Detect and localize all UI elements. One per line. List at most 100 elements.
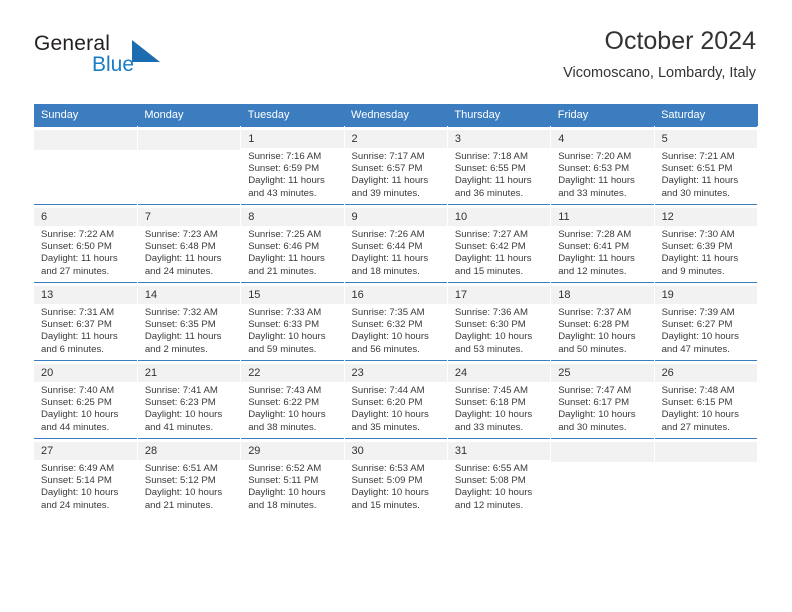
calendar-day-cell[interactable]: 19 Sunrise: 7:39 AM Sunset: 6:27 PM Dayligh… bbox=[654, 282, 759, 361]
daylight-text: Daylight: 11 hours and 33 minutes. bbox=[558, 175, 635, 199]
sun-info: Sunrise: 7:26 AM Sunset: 6:44 PM Daylight:… bbox=[352, 226, 441, 278]
sun-info: Sunrise: 7:17 AM Sunset: 6:57 PM Daylight:… bbox=[352, 148, 441, 200]
calendar-day-cell[interactable]: 30 Sunrise: 6:53 AM Sunset: 5:09 PM Dayligh… bbox=[344, 438, 448, 517]
sun-info: Sunrise: 7:27 AM Sunset: 6:42 PM Daylight:… bbox=[455, 226, 544, 278]
calendar-day-cell[interactable]: 29 Sunrise: 6:52 AM Sunset: 5:11 PM Dayligh… bbox=[240, 438, 345, 517]
calendar-day-cell[interactable]: 8 Sunrise: 7:25 AM Sunset: 6:46 PM Daylight… bbox=[240, 204, 345, 283]
sunrise-text: Sunrise: 7:40 AM bbox=[41, 385, 115, 396]
sunrise-text: Sunrise: 7:43 AM bbox=[248, 385, 322, 396]
day-number bbox=[551, 442, 654, 462]
sun-info: Sunrise: 7:30 AM Sunset: 6:39 PM Daylight:… bbox=[662, 226, 751, 278]
sun-info: Sunrise: 6:55 AM Sunset: 5:08 PM Daylight:… bbox=[455, 460, 544, 512]
page-subtitle: Vicomoscano, Lombardy, Italy bbox=[563, 65, 756, 81]
sunset-text: Sunset: 6:27 PM bbox=[661, 319, 733, 331]
day-number: 19 bbox=[654, 286, 757, 304]
calendar-day-cell[interactable]: 23 Sunrise: 7:44 AM Sunset: 6:20 PM Dayligh… bbox=[344, 360, 448, 439]
calendar-day-cell[interactable]: 16 Sunrise: 7:35 AM Sunset: 6:32 PM Dayligh… bbox=[344, 282, 448, 361]
day-cell-inner: 26 Sunrise: 7:48 AM Sunset: 6:15 PM Dayligh… bbox=[654, 361, 757, 438]
day-number: 27 bbox=[34, 442, 137, 460]
sunset-text: Sunset: 6:39 PM bbox=[661, 241, 733, 253]
calendar-day-cell[interactable]: 6 Sunrise: 7:22 AM Sunset: 6:50 PM Daylight… bbox=[34, 204, 138, 283]
calendar-day-cell[interactable]: 22 Sunrise: 7:43 AM Sunset: 6:22 PM Dayligh… bbox=[240, 360, 345, 439]
calendar-day-cell[interactable]: 28 Sunrise: 6:51 AM Sunset: 5:12 PM Dayligh… bbox=[137, 438, 242, 517]
sun-info: Sunrise: 6:51 AM Sunset: 5:12 PM Daylight:… bbox=[145, 460, 234, 512]
calendar-day-cell[interactable]: 3 Sunrise: 7:18 AM Sunset: 6:55 PM Daylight… bbox=[447, 126, 552, 205]
sunrise-text: Sunrise: 7:26 AM bbox=[351, 229, 425, 240]
sunrise-text: Sunrise: 7:41 AM bbox=[144, 385, 218, 396]
calendar-day-cell[interactable]: 10 Sunrise: 7:27 AM Sunset: 6:42 PM Dayligh… bbox=[447, 204, 552, 283]
day-number: 20 bbox=[34, 364, 137, 382]
calendar-day-cell[interactable]: 17 Sunrise: 7:36 AM Sunset: 6:30 PM Dayligh… bbox=[447, 282, 552, 361]
logo-text-blue: Blue bbox=[92, 53, 135, 76]
sunset-text: Sunset: 5:14 PM bbox=[41, 475, 112, 487]
sunset-text: Sunset: 6:22 PM bbox=[248, 397, 320, 409]
calendar-day-cell[interactable]: 14 Sunrise: 7:32 AM Sunset: 6:35 PM Dayligh… bbox=[137, 282, 242, 361]
sunset-text: Sunset: 6:46 PM bbox=[248, 241, 320, 253]
daylight-text: Daylight: 11 hours and 2 minutes. bbox=[144, 331, 222, 355]
day-number: 14 bbox=[137, 286, 241, 304]
sun-info: Sunrise: 7:36 AM Sunset: 6:30 PM Daylight:… bbox=[455, 304, 544, 356]
sunset-text: Sunset: 5:08 PM bbox=[454, 475, 526, 487]
sunset-text: Sunset: 6:35 PM bbox=[144, 319, 216, 331]
calendar-week-row: 13 Sunrise: 7:31 AM Sunset: 6:37 PM Dayligh… bbox=[34, 282, 759, 361]
sunset-text: Sunset: 6:15 PM bbox=[661, 397, 733, 409]
calendar-day-cell[interactable]: 15 Sunrise: 7:33 AM Sunset: 6:33 PM Dayligh… bbox=[240, 282, 345, 361]
general-blue-logo[interactable]: General Blue bbox=[34, 32, 214, 82]
calendar-day-cell[interactable]: 18 Sunrise: 7:37 AM Sunset: 6:28 PM Dayligh… bbox=[550, 282, 655, 361]
sunset-text: Sunset: 6:25 PM bbox=[41, 397, 112, 409]
calendar-day-cell[interactable]: 9 Sunrise: 7:26 AM Sunset: 6:44 PM Daylight… bbox=[344, 204, 448, 283]
day-cell-inner: 23 Sunrise: 7:44 AM Sunset: 6:20 PM Dayligh… bbox=[344, 361, 447, 438]
sunrise-text: Sunrise: 7:18 AM bbox=[454, 151, 528, 162]
sun-info: Sunrise: 7:25 AM Sunset: 6:46 PM Daylight:… bbox=[248, 226, 337, 278]
sunset-text: Sunset: 6:18 PM bbox=[454, 397, 526, 409]
sun-info: Sunrise: 7:39 AM Sunset: 6:27 PM Daylight:… bbox=[662, 304, 751, 356]
calendar-page: General Blue October 2024 Vicomoscano, L… bbox=[0, 0, 792, 612]
calendar-day-cell[interactable]: 5 Sunrise: 7:21 AM Sunset: 6:51 PM Daylight… bbox=[654, 126, 759, 205]
day-number: 2 bbox=[344, 130, 447, 148]
day-cell-inner: 9 Sunrise: 7:26 AM Sunset: 6:44 PM Daylight… bbox=[344, 205, 447, 282]
calendar-day-cell[interactable]: 21 Sunrise: 7:41 AM Sunset: 6:23 PM Dayligh… bbox=[137, 360, 242, 439]
calendar-day-cell[interactable]: 7 Sunrise: 7:23 AM Sunset: 6:48 PM Daylight… bbox=[137, 204, 242, 283]
calendar-day-cell[interactable]: 27 Sunrise: 6:49 AM Sunset: 5:14 PM Dayligh… bbox=[34, 438, 138, 517]
sunset-text: Sunset: 6:51 PM bbox=[661, 163, 733, 175]
calendar-day-cell[interactable]: 1 Sunrise: 7:16 AM Sunset: 6:59 PM Daylight… bbox=[240, 126, 345, 205]
day-number: 7 bbox=[137, 208, 241, 226]
day-cell-inner: 22 Sunrise: 7:43 AM Sunset: 6:22 PM Dayligh… bbox=[241, 361, 344, 438]
calendar-day-cell-empty bbox=[550, 438, 655, 517]
calendar-day-cell[interactable]: 24 Sunrise: 7:45 AM Sunset: 6:18 PM Dayligh… bbox=[447, 360, 552, 439]
calendar-day-cell[interactable]: 13 Sunrise: 7:31 AM Sunset: 6:37 PM Dayligh… bbox=[34, 282, 138, 361]
sunrise-text: Sunrise: 7:22 AM bbox=[41, 229, 115, 240]
sunset-text: Sunset: 6:17 PM bbox=[558, 397, 630, 409]
sunset-text: Sunset: 5:12 PM bbox=[144, 475, 216, 487]
daylight-text: Daylight: 10 hours and 18 minutes. bbox=[248, 487, 326, 511]
sun-info: Sunrise: 6:52 AM Sunset: 5:11 PM Daylight:… bbox=[248, 460, 337, 512]
calendar-day-cell[interactable]: 26 Sunrise: 7:48 AM Sunset: 6:15 PM Dayligh… bbox=[654, 360, 759, 439]
day-number: 12 bbox=[654, 208, 757, 226]
sunrise-text: Sunrise: 7:37 AM bbox=[558, 307, 632, 318]
calendar-day-cell[interactable]: 31 Sunrise: 6:55 AM Sunset: 5:08 PM Dayligh… bbox=[447, 438, 552, 517]
day-number: 24 bbox=[447, 364, 551, 382]
calendar-day-cell[interactable]: 12 Sunrise: 7:30 AM Sunset: 6:39 PM Dayligh… bbox=[654, 204, 759, 283]
day-cell-inner: 8 Sunrise: 7:25 AM Sunset: 6:46 PM Daylight… bbox=[241, 205, 344, 282]
calendar-day-cell[interactable]: 25 Sunrise: 7:47 AM Sunset: 6:17 PM Dayligh… bbox=[550, 360, 655, 439]
calendar-day-cell[interactable]: 4 Sunrise: 7:20 AM Sunset: 6:53 PM Daylight… bbox=[550, 126, 655, 205]
day-number bbox=[34, 130, 137, 150]
calendar-body: 1 Sunrise: 7:16 AM Sunset: 6:59 PM Daylight… bbox=[34, 126, 759, 517]
calendar-day-cell[interactable]: 20 Sunrise: 7:40 AM Sunset: 6:25 PM Dayligh… bbox=[34, 360, 138, 439]
sun-info: Sunrise: 6:53 AM Sunset: 5:09 PM Daylight:… bbox=[352, 460, 441, 512]
daylight-text: Daylight: 10 hours and 27 minutes. bbox=[661, 409, 739, 433]
day-cell-inner: 28 Sunrise: 6:51 AM Sunset: 5:12 PM Dayligh… bbox=[137, 439, 241, 517]
day-cell-inner: 18 Sunrise: 7:37 AM Sunset: 6:28 PM Dayligh… bbox=[551, 283, 654, 360]
daylight-text: Daylight: 10 hours and 50 minutes. bbox=[558, 331, 636, 355]
daylight-text: Daylight: 10 hours and 12 minutes. bbox=[454, 487, 533, 511]
daylight-text: Daylight: 10 hours and 21 minutes. bbox=[144, 487, 223, 511]
day-cell-inner: 19 Sunrise: 7:39 AM Sunset: 6:27 PM Dayligh… bbox=[654, 283, 757, 360]
sunset-text: Sunset: 6:32 PM bbox=[351, 319, 423, 331]
calendar-day-cell[interactable]: 11 Sunrise: 7:28 AM Sunset: 6:41 PM Dayligh… bbox=[550, 204, 655, 283]
sunrise-text: Sunrise: 6:55 AM bbox=[454, 463, 528, 474]
day-number: 23 bbox=[344, 364, 447, 382]
sunrise-text: Sunrise: 6:51 AM bbox=[144, 463, 218, 474]
sun-info: Sunrise: 7:37 AM Sunset: 6:28 PM Daylight:… bbox=[558, 304, 647, 356]
calendar-day-cell[interactable]: 2 Sunrise: 7:17 AM Sunset: 6:57 PM Daylight… bbox=[344, 126, 448, 205]
sunrise-text: Sunrise: 7:47 AM bbox=[558, 385, 632, 396]
